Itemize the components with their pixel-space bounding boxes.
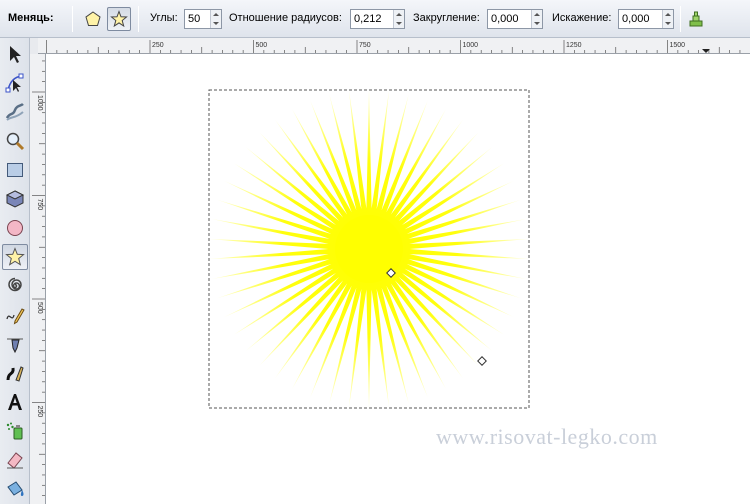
horizontal-ruler[interactable]: 250 500 750 1000 1250 1500 — [38, 38, 750, 54]
polygon-mode-button[interactable] — [81, 7, 105, 31]
eraser-icon — [7, 452, 23, 469]
pen-icon — [7, 338, 23, 354]
horizontal-ruler-ticks: 250 500 750 1000 1250 1500 — [46, 40, 741, 53]
ellipse-icon — [7, 220, 23, 236]
arrow-icon — [10, 46, 21, 63]
spray-icon — [6, 422, 23, 440]
selector-tool[interactable] — [2, 41, 28, 67]
reset-defaults-button[interactable] — [684, 7, 708, 31]
distortion-spinbox[interactable]: 0,000 — [618, 9, 674, 29]
ratio-value[interactable]: 0,212 — [351, 13, 393, 25]
zoom-tool[interactable] — [2, 128, 28, 154]
toolbar-separator — [680, 6, 681, 32]
polygon-icon — [85, 11, 101, 26]
star-icon — [110, 10, 128, 28]
corners-value[interactable]: 50 — [185, 13, 210, 25]
3d-box-icon — [5, 190, 25, 208]
toolbar-separator — [72, 6, 73, 32]
paint-bucket-icon — [7, 481, 24, 496]
ruler-label: 250 — [152, 42, 164, 49]
toolbox — [0, 38, 30, 504]
rounding-spinbox[interactable]: 0,000 — [487, 9, 543, 29]
rounding-label: Закругление: — [413, 12, 480, 24]
star-outer-radius-handle[interactable] — [477, 356, 487, 366]
ruler-label: 500 — [256, 42, 268, 49]
bucket-tool[interactable] — [2, 476, 28, 502]
ruler-corner — [30, 38, 38, 54]
pencil-tool[interactable] — [2, 302, 28, 328]
watermark-text: www.risovat-legko.com — [436, 424, 658, 449]
spray-tool[interactable] — [2, 418, 28, 444]
calligraphy-icon — [6, 366, 24, 382]
distortion-spin-arrows[interactable] — [662, 10, 673, 28]
change-label: Меняць: — [8, 12, 54, 24]
rect-tool[interactable] — [2, 157, 28, 183]
rounding-value[interactable]: 0,000 — [488, 13, 531, 25]
ruler-label: 1000 — [36, 95, 43, 111]
ruler-label: 750 — [359, 42, 371, 49]
drawing-canvas[interactable]: www.risovat-legko.com — [47, 55, 750, 504]
ratio-label: Отношение радиусов: — [229, 12, 342, 24]
distortion-value[interactable]: 0,000 — [619, 13, 662, 25]
tweak-icon — [5, 103, 24, 121]
ratio-spinbox[interactable]: 0,212 — [350, 9, 405, 29]
node-tool[interactable] — [2, 70, 28, 96]
ratio-spin-arrows[interactable] — [393, 10, 404, 28]
ruler-label: 500 — [36, 302, 43, 314]
calligraphy-tool[interactable] — [2, 360, 28, 386]
text-icon — [8, 394, 22, 410]
distortion-label: Искажение: — [552, 12, 612, 24]
ellipse-tool[interactable] — [2, 215, 28, 241]
rectangle-icon — [7, 163, 23, 177]
toolbar-separator — [138, 6, 139, 32]
ruler-label: 750 — [36, 199, 43, 211]
text-tool[interactable] — [2, 389, 28, 415]
node-edit-icon — [5, 73, 24, 93]
corners-spin-arrows[interactable] — [210, 10, 221, 28]
ruler-label: 1000 — [463, 42, 479, 49]
pencil-icon — [6, 308, 25, 325]
corners-label: Углы: — [150, 12, 178, 24]
corners-spinbox[interactable]: 50 — [184, 9, 222, 29]
rounding-spin-arrows[interactable] — [531, 10, 542, 28]
ruler-label: 1250 — [566, 42, 582, 49]
spiral-tool[interactable] — [2, 273, 28, 299]
ruler-label: 1500 — [670, 42, 686, 49]
tool-controls-bar: Меняць: Углы: 50 Отношение радиусов: 0,2… — [0, 0, 750, 38]
vertical-ruler[interactable]: 1000 750 500 250 — [30, 54, 46, 504]
3dbox-tool[interactable] — [2, 186, 28, 212]
vertical-ruler-ticks: 1000 750 500 250 — [32, 60, 45, 496]
star-tool[interactable] — [2, 244, 28, 270]
eraser-tool[interactable] — [2, 447, 28, 473]
ruler-label: 250 — [36, 406, 43, 418]
star-mode-button[interactable] — [107, 7, 131, 31]
star-icon — [5, 247, 25, 266]
reset-defaults-icon — [689, 11, 703, 27]
pen-tool[interactable] — [2, 331, 28, 357]
tweak-tool[interactable] — [2, 99, 28, 125]
spiral-icon — [8, 277, 22, 292]
zoom-icon — [6, 132, 25, 151]
